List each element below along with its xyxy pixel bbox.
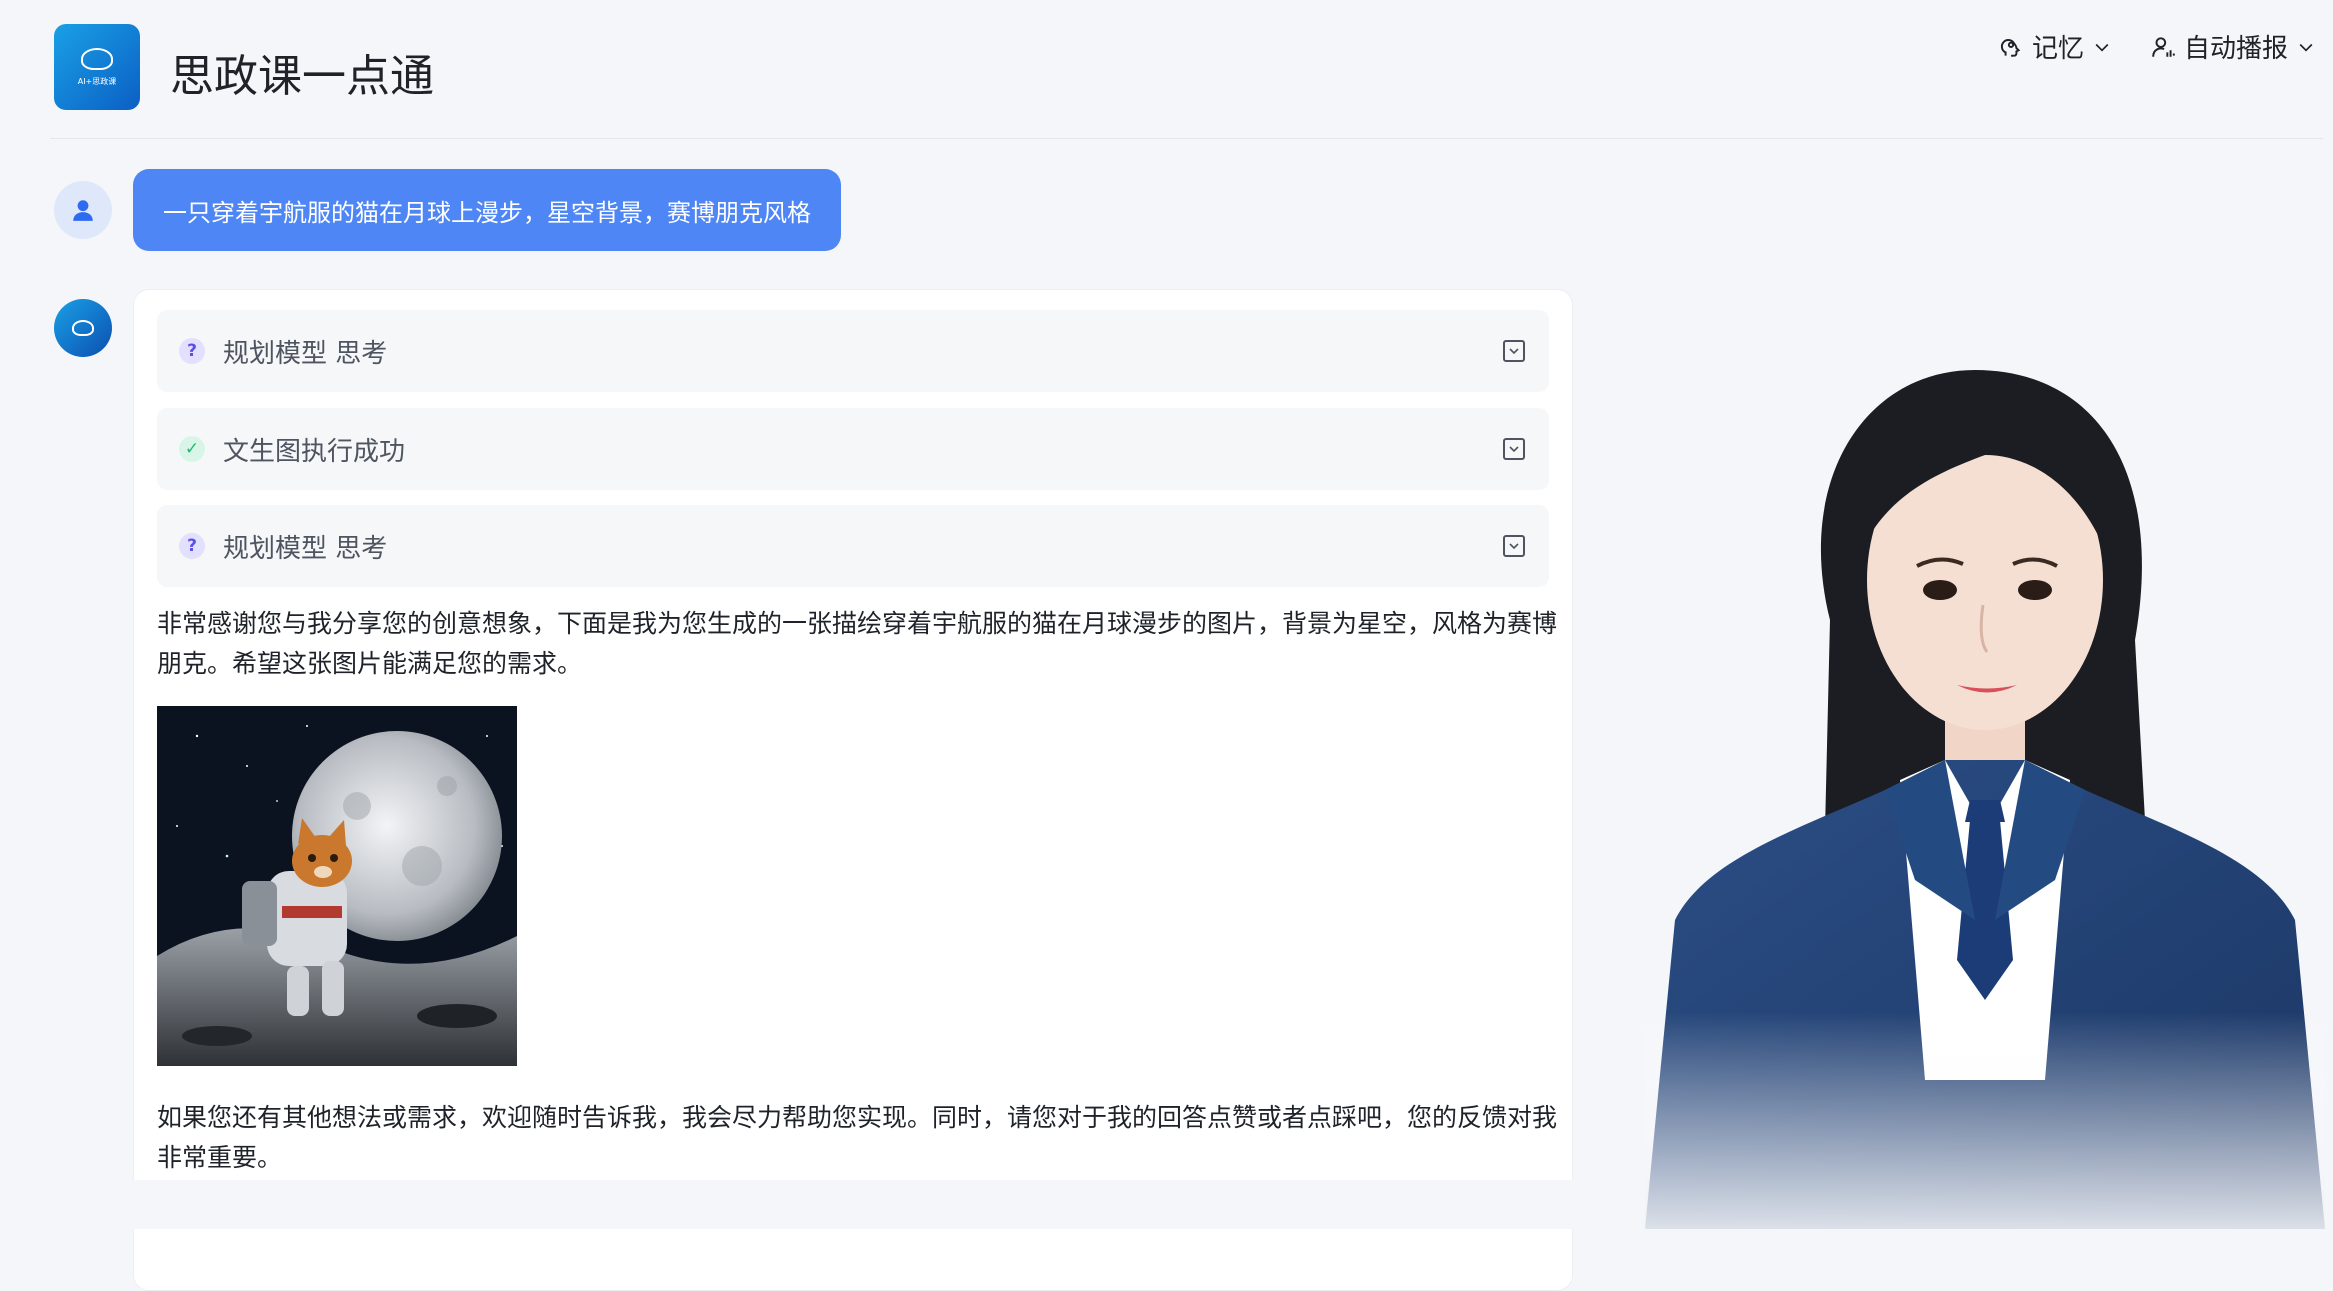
user-message-bubble: 一只穿着宇航服的猫在月球上漫步，星空背景，赛博朋克风格: [133, 169, 841, 251]
step-planning-thinking-2[interactable]: ? 规划模型 思考: [157, 505, 1549, 587]
generated-image[interactable]: [157, 706, 517, 1066]
memory-dropdown[interactable]: 记忆: [1998, 28, 2112, 65]
reply-outro-text: 如果您还有其他想法或需求，欢迎随时告诉我，我会尽力帮助您实现。同时，请您对于我的…: [157, 1103, 1558, 1172]
logo-text: AI+思政课: [77, 76, 117, 86]
bot-avatar: [54, 299, 112, 357]
expand-toggle-icon[interactable]: [1503, 438, 1525, 460]
reply-intro-text: 非常感谢您与我分享您的创意想象，下面是我为您生成的一张描绘穿着宇航服的猫在月球漫…: [157, 609, 1558, 678]
memory-head-icon: [2000, 38, 2021, 57]
step-text-to-image-success[interactable]: ✓ 文生图执行成功: [157, 408, 1549, 490]
question-icon: ?: [179, 533, 205, 559]
auto-broadcast-dropdown[interactable]: 自动播报: [2150, 28, 2316, 65]
bottom-mask: [0, 1180, 1700, 1229]
digital-human-avatar: [1645, 360, 2325, 1229]
header-divider: [50, 138, 2323, 139]
user-icon: [73, 200, 93, 221]
expand-toggle-icon[interactable]: [1503, 535, 1525, 557]
step-label: 规划模型 思考: [223, 533, 388, 564]
expand-toggle-icon[interactable]: [1503, 340, 1525, 362]
user-message-text: 一只穿着宇航服的猫在月球上漫步，星空背景，赛博朋克风格: [163, 198, 811, 227]
bot-response-card: ? 规划模型 思考 ✓ 文生图执行成功 ? 规划模型 思考 非常感谢您与我分享您…: [133, 289, 1573, 1291]
user-avatar: [54, 181, 112, 239]
app-logo: AI+思政课: [54, 24, 140, 110]
step-label: 文生图执行成功: [223, 436, 406, 467]
step-planning-thinking-1[interactable]: ? 规划模型 思考: [157, 310, 1549, 392]
auto-broadcast-label: 自动播报: [2184, 34, 2289, 64]
chevron-down-icon: [2299, 43, 2313, 52]
step-label: 规划模型 思考: [223, 338, 388, 369]
app-title: 思政课一点通: [170, 51, 434, 102]
memory-label: 记忆: [2032, 34, 2085, 64]
question-icon: ?: [179, 338, 205, 364]
user-voice-icon: [2152, 36, 2175, 57]
check-icon: ✓: [179, 436, 205, 462]
chevron-down-icon: [2095, 43, 2109, 52]
